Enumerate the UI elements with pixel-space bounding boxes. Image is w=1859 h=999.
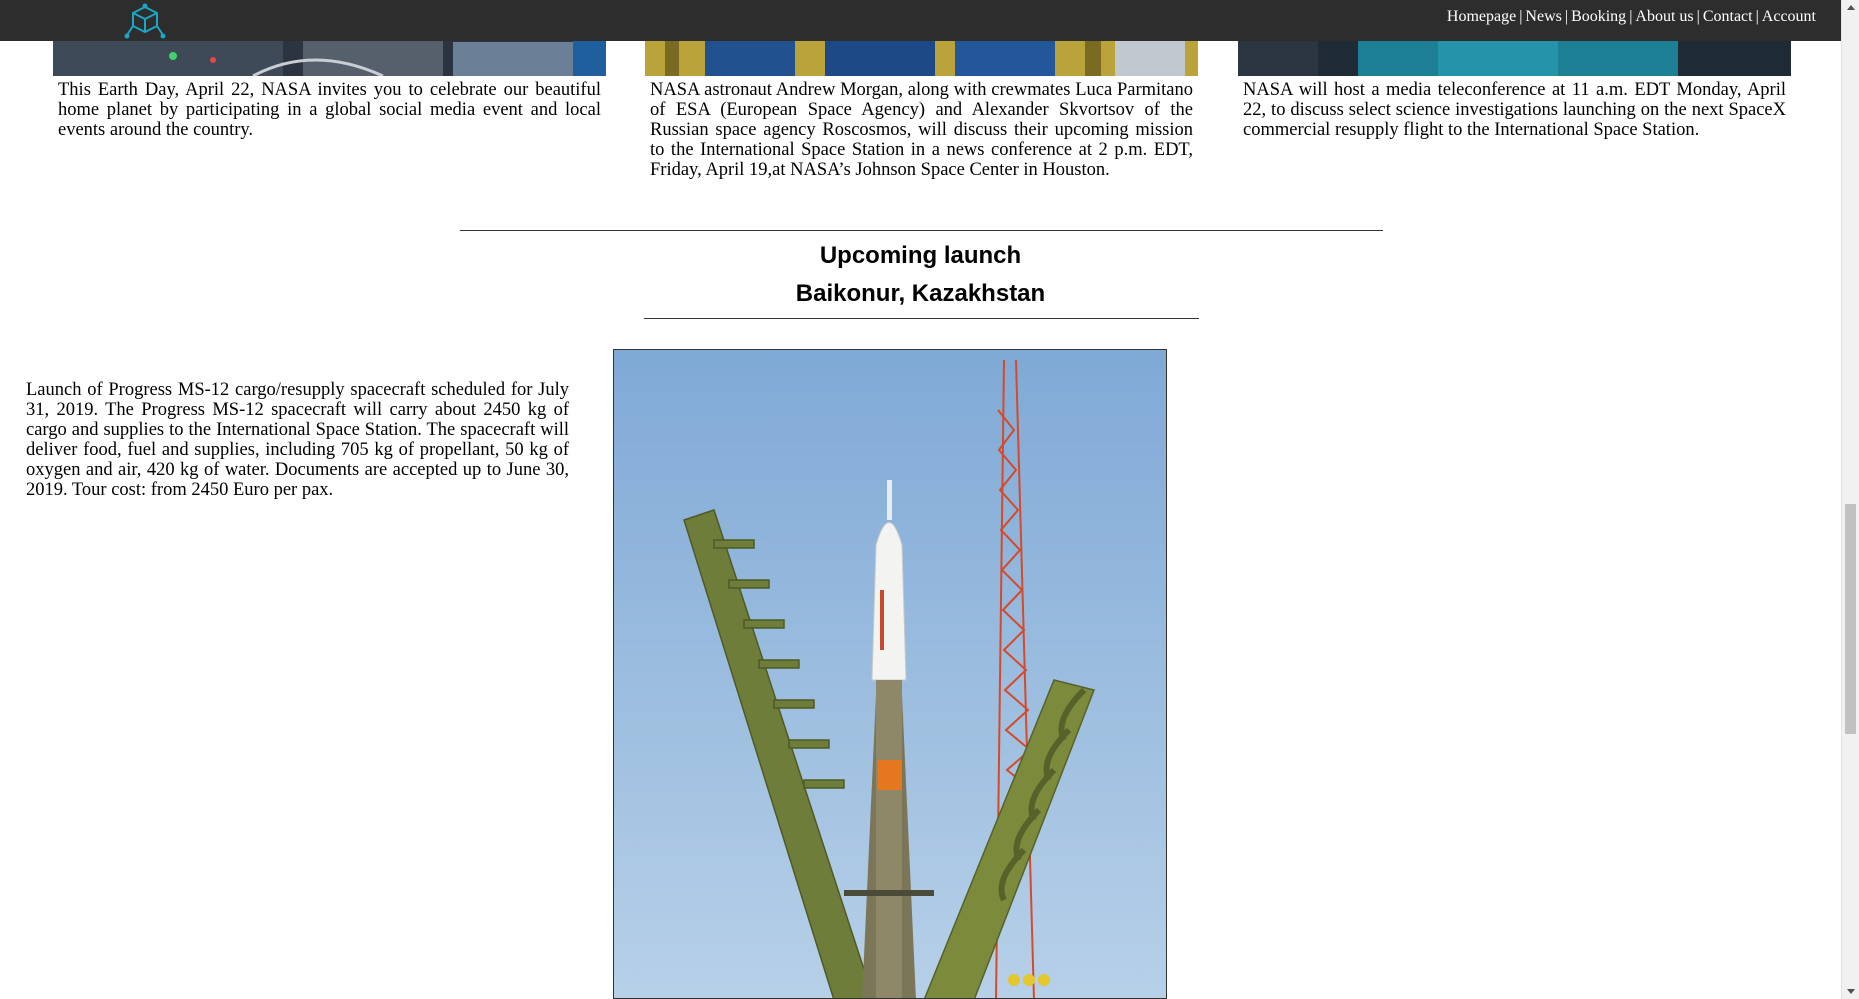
news-text-media-teleconference: NASA will host a media teleconference at… xyxy=(1243,80,1786,140)
soyuz-launch-pad-photo xyxy=(613,349,1167,999)
scroll-down-arrow-icon[interactable] xyxy=(1842,983,1859,999)
scrollbar-thumb[interactable] xyxy=(1845,504,1856,734)
nav-separator: | xyxy=(1564,8,1569,25)
nav-link-homepage[interactable]: Homepage xyxy=(1447,8,1516,25)
main-nav: Homepage | News | Booking | About us | Contact | A… xyxy=(1447,8,1816,26)
nav-separator: | xyxy=(1519,8,1523,25)
launch-description: Launch of Progress MS-12 cargo/resupply … xyxy=(26,380,569,500)
nav-separator: | xyxy=(1696,8,1700,25)
nav-link-contact[interactable]: Contact xyxy=(1703,8,1753,25)
top-navigation-bar: Homepage | News | Booking | About us | Contact | A… xyxy=(0,0,1841,41)
nav-link-account[interactable]: Account xyxy=(1762,8,1816,25)
cube-network-logo-icon[interactable] xyxy=(124,2,166,42)
page-scrollbar[interactable] xyxy=(1841,0,1859,999)
upcoming-launch-heading: Upcoming launch xyxy=(819,242,1022,269)
nav-link-news[interactable]: News xyxy=(1525,8,1561,25)
scroll-up-arrow-icon[interactable] xyxy=(1842,0,1859,16)
section-divider-top xyxy=(460,230,1383,231)
news-text-crew-conference: NASA astronaut Andrew Morgan, along with… xyxy=(650,80,1193,180)
launch-location-heading: Baikonur, Kazakhstan xyxy=(795,280,1046,307)
nav-separator: | xyxy=(1629,8,1633,25)
nav-separator: | xyxy=(1755,8,1759,25)
nav-link-booking[interactable]: Booking xyxy=(1571,8,1626,25)
section-divider-bottom xyxy=(644,318,1199,319)
news-text-earth-day: This Earth Day, April 22, NASA invites y… xyxy=(58,80,601,140)
nav-link-about-us[interactable]: About us xyxy=(1635,8,1693,25)
